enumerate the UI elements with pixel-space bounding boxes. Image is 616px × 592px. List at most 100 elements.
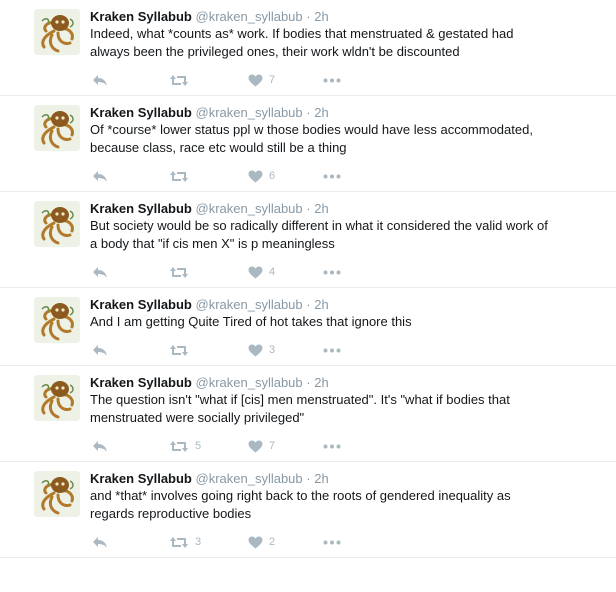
tweet-text-line: menstruated were socially privileged" [90, 410, 305, 425]
retweet-icon [170, 266, 188, 278]
tweet-actions: 5 7 [0, 431, 606, 461]
reply-icon [93, 344, 107, 356]
retweet-button[interactable]: 3 [169, 536, 201, 549]
more-icon [323, 174, 341, 178]
tweet-text-line: But society would be so radically differ… [90, 218, 548, 233]
like-count: 2 [269, 536, 276, 548]
more-button[interactable] [323, 174, 341, 179]
avatar[interactable] [34, 201, 80, 247]
retweet-count: 5 [195, 440, 202, 452]
retweet-button[interactable] [169, 266, 195, 279]
heart-icon [248, 266, 263, 278]
octopus-avatar-icon [34, 105, 80, 151]
author-name[interactable]: Kraken Syllabub [90, 297, 192, 312]
timestamp[interactable]: 2h [314, 297, 328, 312]
more-icon [323, 444, 341, 448]
reply-button[interactable] [92, 74, 108, 87]
more-button[interactable] [323, 444, 341, 449]
reply-icon [93, 266, 107, 278]
more-button[interactable] [323, 78, 341, 83]
tweet-actions: 6 [0, 161, 606, 191]
reply-button[interactable] [92, 170, 108, 183]
separator: · [306, 201, 311, 216]
author-handle[interactable]: @kraken_syllabub [196, 297, 303, 312]
tweet[interactable]: Kraken Syllabub @kraken_syllabub · 2h Bu… [0, 192, 616, 288]
like-button[interactable]: 4 [248, 266, 275, 279]
author-handle[interactable]: @kraken_syllabub [196, 201, 303, 216]
tweet-header: Kraken Syllabub @kraken_syllabub · 2h [90, 200, 606, 217]
reply-button[interactable] [92, 344, 108, 357]
timestamp[interactable]: 2h [314, 201, 328, 216]
separator: · [306, 471, 311, 486]
avatar[interactable] [34, 471, 80, 517]
retweet-button[interactable] [169, 170, 195, 183]
like-button[interactable]: 2 [248, 536, 275, 549]
heart-icon [248, 170, 263, 182]
author-name[interactable]: Kraken Syllabub [90, 375, 192, 390]
author-name[interactable]: Kraken Syllabub [90, 105, 192, 120]
octopus-avatar-icon [34, 375, 80, 421]
timestamp[interactable]: 2h [314, 471, 328, 486]
more-button[interactable] [323, 348, 341, 353]
retweet-icon [170, 536, 188, 548]
author-handle[interactable]: @kraken_syllabub [196, 375, 303, 390]
tweet[interactable]: Kraken Syllabub @kraken_syllabub · 2h In… [0, 0, 616, 96]
tweet-text-line: and *that* involves going right back to … [90, 488, 511, 503]
tweet-header: Kraken Syllabub @kraken_syllabub · 2h [90, 374, 606, 391]
author-name[interactable]: Kraken Syllabub [90, 471, 192, 486]
like-button[interactable]: 6 [248, 170, 275, 183]
tweet-text-line: always been the privileged ones, their w… [90, 44, 460, 59]
retweet-icon [170, 170, 188, 182]
retweet-button[interactable]: 5 [169, 440, 201, 453]
separator: · [306, 105, 311, 120]
octopus-avatar-icon [34, 9, 80, 55]
tweet[interactable]: Kraken Syllabub @kraken_syllabub · 2h an… [0, 462, 616, 558]
heart-icon [248, 440, 263, 452]
more-button[interactable] [323, 270, 341, 275]
like-button[interactable]: 3 [248, 344, 275, 357]
retweet-button[interactable] [169, 74, 195, 87]
retweet-icon [170, 74, 188, 86]
octopus-avatar-icon [34, 471, 80, 517]
more-icon [323, 348, 341, 352]
author-name[interactable]: Kraken Syllabub [90, 201, 192, 216]
timestamp[interactable]: 2h [314, 105, 328, 120]
timestamp[interactable]: 2h [314, 9, 328, 24]
reply-button[interactable] [92, 536, 108, 549]
tweet[interactable]: Kraken Syllabub @kraken_syllabub · 2h Of… [0, 96, 616, 192]
reply-button[interactable] [92, 440, 108, 453]
more-icon [323, 270, 341, 274]
avatar[interactable] [34, 105, 80, 151]
tweet[interactable]: Kraken Syllabub @kraken_syllabub · 2h Th… [0, 366, 616, 462]
retweet-button[interactable] [169, 344, 195, 357]
tweet-text-line: Indeed, what *counts as* work. If bodies… [90, 26, 514, 41]
tweet-header: Kraken Syllabub @kraken_syllabub · 2h [90, 8, 606, 25]
like-button[interactable]: 7 [248, 440, 275, 453]
like-count: 7 [269, 74, 276, 86]
tweet-text-line: The question isn't "what if [cis] men me… [90, 392, 510, 407]
more-icon [323, 540, 341, 544]
tweet-header: Kraken Syllabub @kraken_syllabub · 2h [90, 296, 606, 313]
avatar[interactable] [34, 9, 80, 55]
tweet-text-line: regards reproductive bodies [90, 506, 252, 521]
more-button[interactable] [323, 540, 341, 545]
author-handle[interactable]: @kraken_syllabub [196, 9, 303, 24]
tweet-text: And I am getting Quite Tired of hot take… [90, 313, 606, 331]
tweet-text: and *that* involves going right back to … [90, 487, 606, 523]
reply-button[interactable] [92, 266, 108, 279]
tweet-header: Kraken Syllabub @kraken_syllabub · 2h [90, 470, 606, 487]
like-count: 7 [269, 440, 276, 452]
tweet-text: But society would be so radically differ… [90, 217, 606, 253]
author-handle[interactable]: @kraken_syllabub [196, 471, 303, 486]
tweet[interactable]: Kraken Syllabub @kraken_syllabub · 2h An… [0, 288, 616, 366]
avatar[interactable] [34, 375, 80, 421]
tweet-text: Of *course* lower status ppl w those bod… [90, 121, 606, 157]
tweet-actions: 3 2 [0, 527, 606, 557]
like-button[interactable]: 7 [248, 74, 275, 87]
timestamp[interactable]: 2h [314, 375, 328, 390]
tweet-actions: 3 [0, 335, 606, 365]
author-name[interactable]: Kraken Syllabub [90, 9, 192, 24]
like-count: 3 [269, 344, 276, 356]
tweet-text-line: Of *course* lower status ppl w those bod… [90, 122, 533, 137]
author-handle[interactable]: @kraken_syllabub [196, 105, 303, 120]
